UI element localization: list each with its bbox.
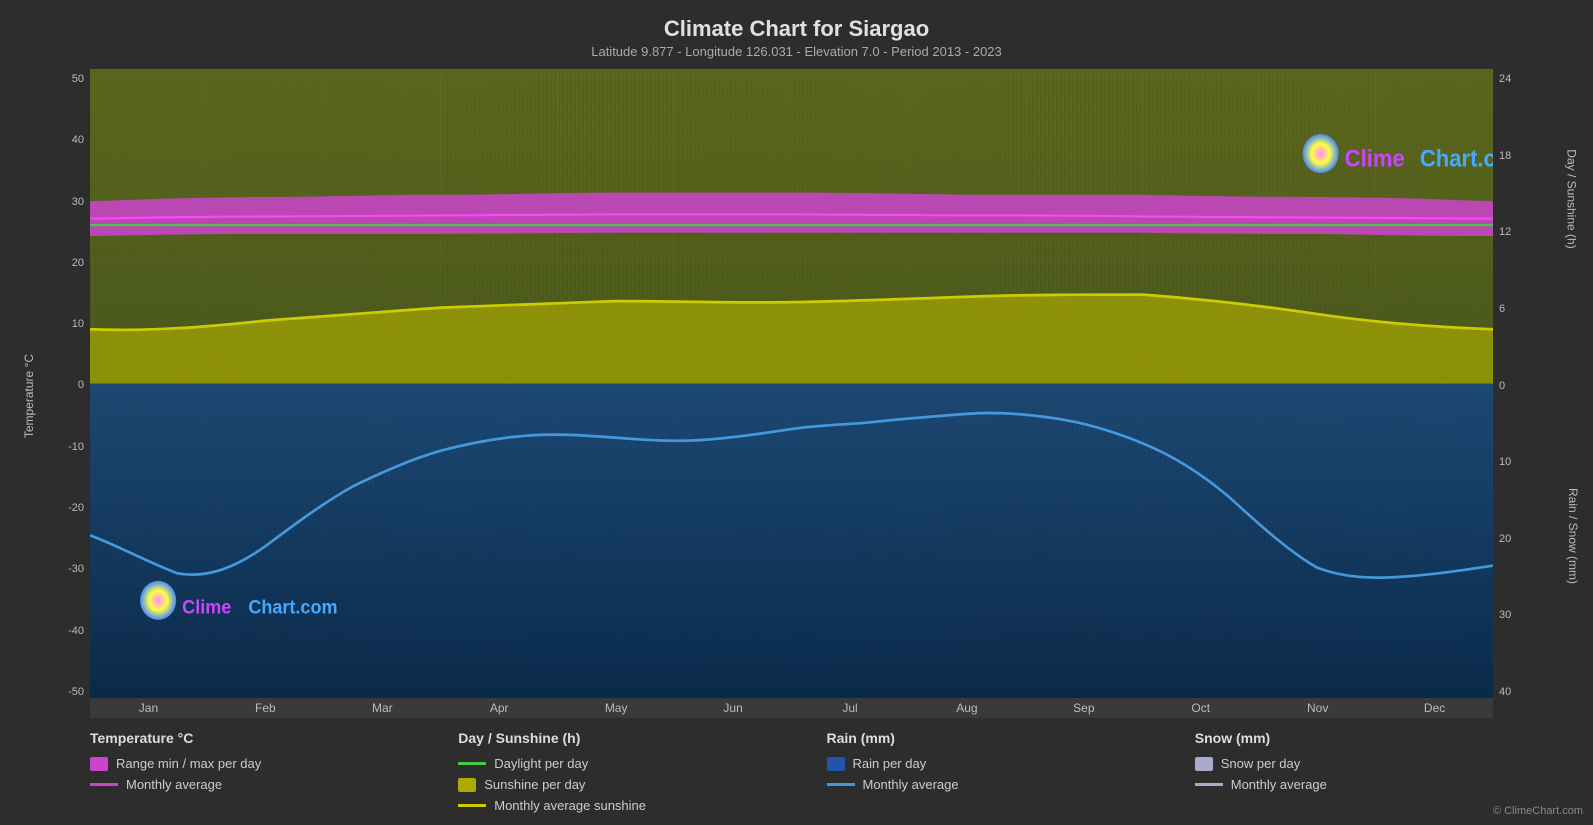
y-tick-30: 30 [72,196,84,208]
x-label-jun: Jun [675,701,792,715]
svg-text:Chart.com: Chart.com [1420,145,1493,172]
legend-label-snow-avg: Monthly average [1231,777,1327,792]
x-label-mar: Mar [324,701,441,715]
sunshine-swatch [458,778,476,792]
y-left-label: Temperature °C [22,354,36,438]
y-tick-10: 10 [72,318,84,330]
svg-text:Chart.com: Chart.com [248,596,337,618]
y-tick-n10: -10 [68,441,84,453]
copyright: © ClimeChart.com [1493,805,1583,817]
rain-avg-swatch [827,783,855,786]
y-right-label-bottom: Rain / Snow (mm) [1566,488,1580,584]
x-label-sep: Sep [1025,701,1142,715]
y-tick-40: 40 [72,134,84,146]
legend-item-snow-band: Snow per day [1195,756,1563,771]
y-tick-50: 50 [72,73,84,85]
legend-item-sunshine-avg: Monthly average sunshine [458,798,826,813]
chart-svg: Clime Chart.com Clime Chart.com [90,69,1493,698]
legend-label-snow-band: Snow per day [1221,756,1301,771]
legend-item-daylight: Daylight per day [458,756,826,771]
snow-swatch [1195,757,1213,771]
legend-item-snow-avg: Monthly average [1195,777,1563,792]
y-tick-n40: -40 [68,625,84,637]
daylight-line-swatch [458,762,486,765]
y-right-tick-12: 12 [1499,226,1511,238]
y-right-tick-20: 20 [1499,533,1511,545]
x-label-dec: Dec [1376,701,1493,715]
legend-label-sunshine-band: Sunshine per day [484,777,585,792]
snow-avg-swatch [1195,783,1223,786]
x-label-jul: Jul [792,701,909,715]
legend-section: Temperature °C Range min / max per day M… [30,722,1563,815]
legend-label-temp-range: Range min / max per day [116,756,261,771]
legend-group-temperature: Temperature °C Range min / max per day M… [90,730,458,813]
y-tick-n30: -30 [68,563,84,575]
temp-avg-line-swatch [90,783,118,786]
chart-subtitle: Latitude 9.877 - Longitude 126.031 - Ele… [30,44,1563,59]
y-right-tick-24: 24 [1499,73,1511,85]
y-right-tick-6: 6 [1499,303,1505,315]
x-label-feb: Feb [207,701,324,715]
legend-group-snow: Snow (mm) Snow per day Monthly average [1195,730,1563,813]
x-label-jan: Jan [90,701,207,715]
y-tick-20: 20 [72,257,84,269]
temp-range-swatch [90,757,108,771]
x-label-may: May [558,701,675,715]
daylight-line [90,224,1493,225]
legend-title-snow: Snow (mm) [1195,730,1563,746]
legend-label-daylight: Daylight per day [494,756,588,771]
svg-text:Clime: Clime [182,596,231,618]
legend-title-sunshine: Day / Sunshine (h) [458,730,826,746]
chart-area: Temperature °C 50 40 30 20 10 0 -10 -20 … [30,69,1563,718]
x-label-aug: Aug [908,701,1025,715]
chart-inner: Clime Chart.com Clime Chart.com Jan Feb … [90,69,1493,718]
legend-label-sunshine-avg: Monthly average sunshine [494,798,646,813]
x-label-nov: Nov [1259,701,1376,715]
y-right-tick-40: 40 [1499,686,1511,698]
y-tick-n50: -50 [68,686,84,698]
y-axis-right: 24 18 12 6 0 10 20 30 40 Day / Sunshine … [1493,69,1563,718]
legend-item-temp-range: Range min / max per day [90,756,458,771]
legend-title-temperature: Temperature °C [90,730,458,746]
legend-label-rain-avg: Monthly average [863,777,959,792]
y-axis-left: Temperature °C 50 40 30 20 10 0 -10 -20 … [30,69,90,718]
legend-group-sunshine: Day / Sunshine (h) Daylight per day Suns… [458,730,826,813]
svg-text:Clime: Clime [1345,145,1405,172]
y-tick-0: 0 [78,379,84,391]
legend-label-temp-avg: Monthly average [126,777,222,792]
sunshine-avg-swatch [458,804,486,807]
x-axis-labels: Jan Feb Mar Apr May Jun Jul Aug Sep Oct … [90,698,1493,718]
legend-item-temp-avg: Monthly average [90,777,458,792]
y-right-tick-0: 0 [1499,380,1505,392]
y-right-tick-30: 30 [1499,609,1511,621]
x-label-apr: Apr [441,701,558,715]
legend-group-rain: Rain (mm) Rain per day Monthly average [827,730,1195,813]
chart-title: Climate Chart for Siargao [30,16,1563,42]
y-tick-n20: -20 [68,502,84,514]
y-right-tick-10: 10 [1499,456,1511,468]
legend-label-rain-band: Rain per day [853,756,927,771]
page-wrapper: Climate Chart for Siargao Latitude 9.877… [0,0,1593,825]
x-label-oct: Oct [1142,701,1259,715]
y-right-tick-18: 18 [1499,150,1511,162]
chart-header: Climate Chart for Siargao Latitude 9.877… [30,10,1563,61]
legend-item-sunshine-band: Sunshine per day [458,777,826,792]
legend-item-rain-band: Rain per day [827,756,1195,771]
rain-swatch [827,757,845,771]
y-right-label-top: Day / Sunshine (h) [1564,149,1578,248]
legend-item-rain-avg: Monthly average [827,777,1195,792]
legend-title-rain: Rain (mm) [827,730,1195,746]
